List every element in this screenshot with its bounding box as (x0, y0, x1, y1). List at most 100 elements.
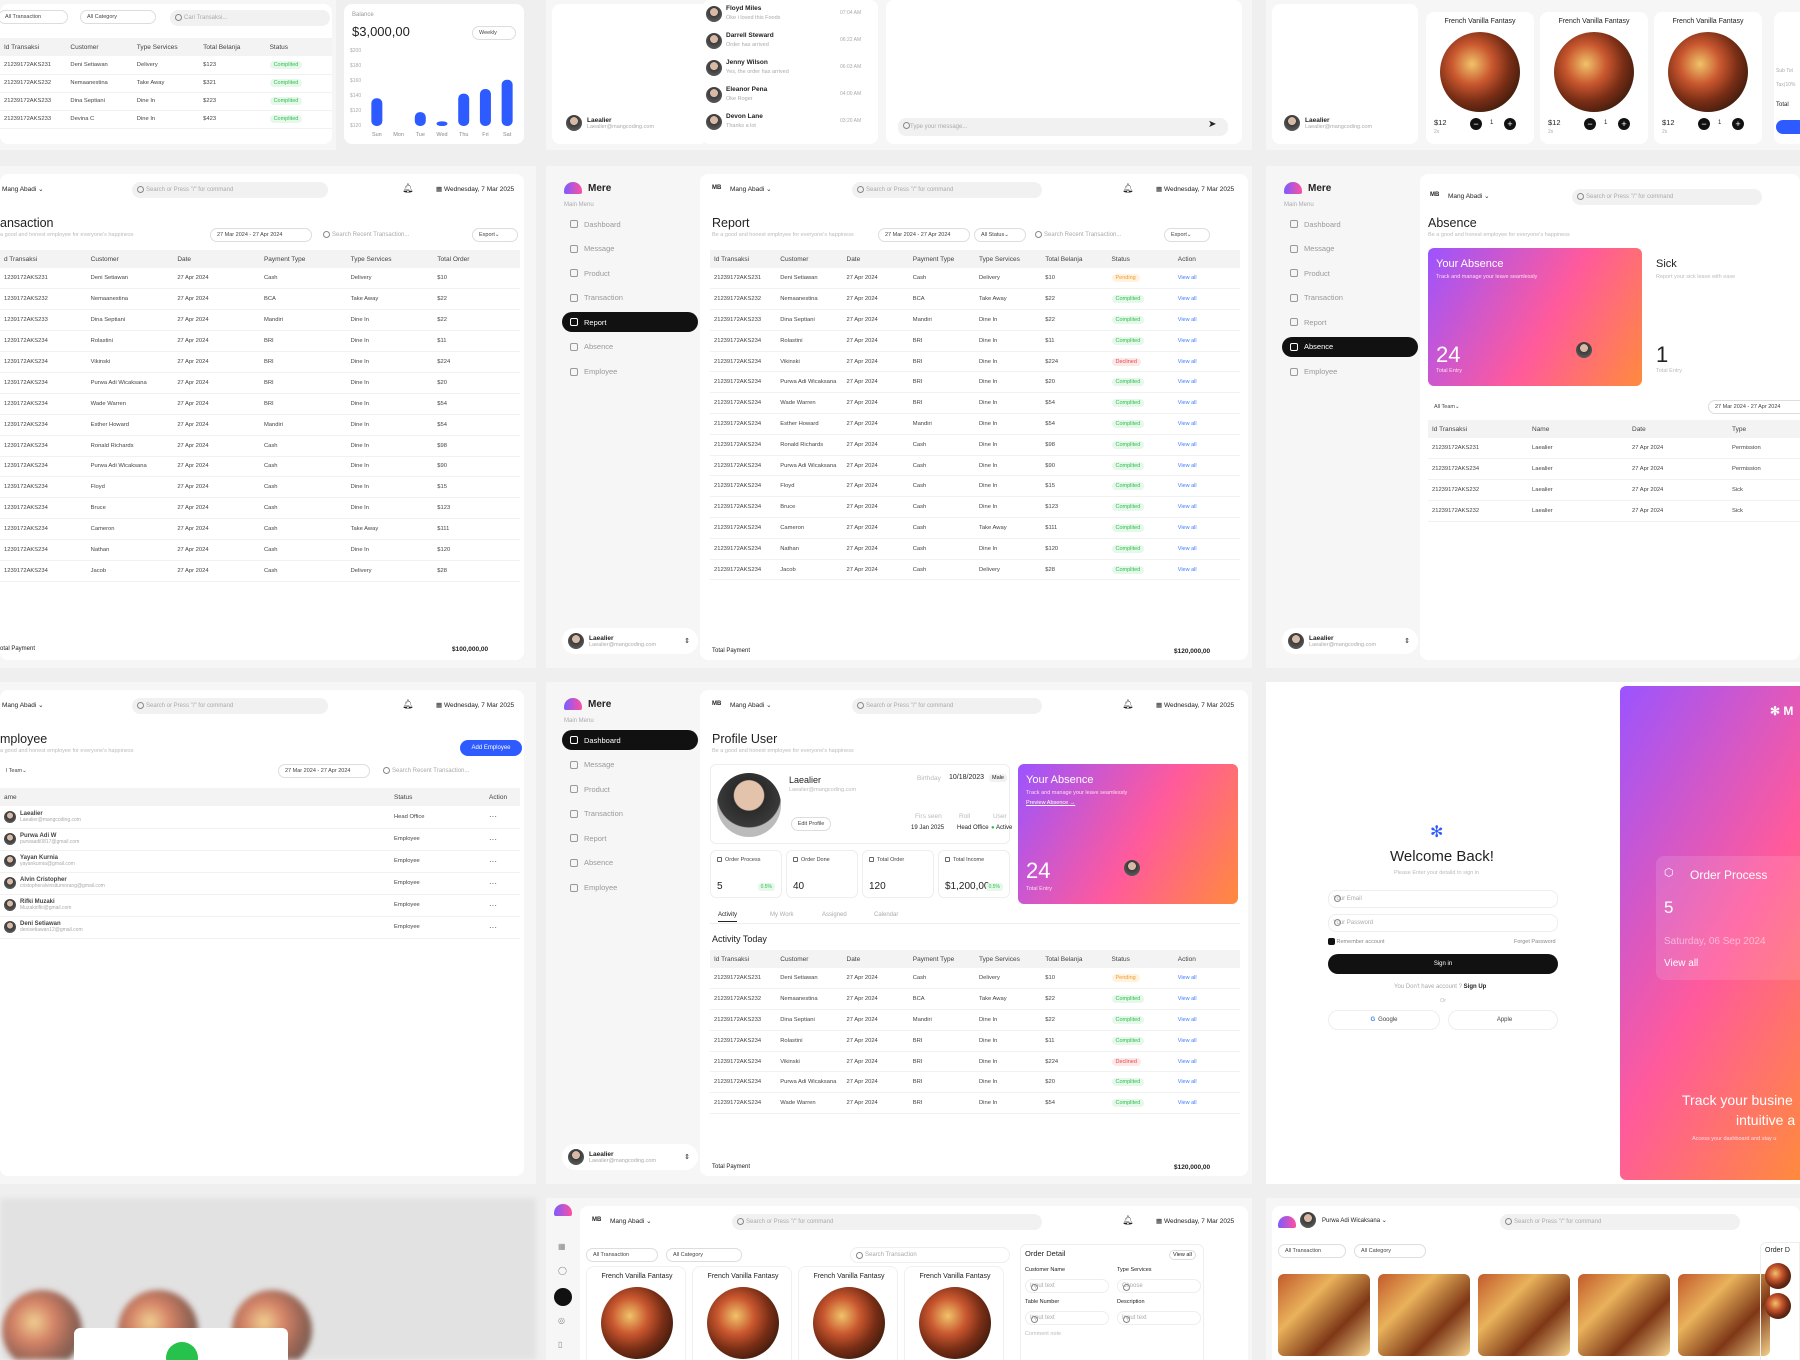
chat-item[interactable]: Devon Lane Thanks a lot 03:20 AM (702, 110, 878, 136)
sidebar-item-transaction[interactable]: Transaction (562, 804, 698, 824)
sidebar-item-product[interactable]: Product (562, 263, 698, 283)
team-filter[interactable]: All Team ⌄ (1428, 400, 1472, 414)
view-all-link[interactable]: View all (1178, 442, 1197, 448)
view-all-link[interactable]: View all (1178, 996, 1197, 1002)
table-row[interactable]: 1239172AKS234 Esther Howard 27 Apr 2024 Man… (0, 414, 520, 436)
sidebar-item-message[interactable]: Message (562, 239, 698, 259)
view-all-link[interactable]: View all (1178, 463, 1197, 469)
bar-fri[interactable] (479, 89, 491, 126)
view-all-link[interactable]: View all (1178, 421, 1197, 427)
forgot-password-link[interactable]: Forget Password (1514, 939, 1556, 945)
table-row[interactable]: 21239172AKS234 Purwa Adi Wicaksana 27 Apr … (710, 1071, 1240, 1094)
table-row[interactable]: Deni Setiawan denisetiawan12@gmail.com Emp… (0, 916, 520, 939)
sidebar-item-absence[interactable]: Absence (562, 853, 698, 873)
view-all-link[interactable]: View all (1178, 525, 1197, 531)
sidebar-item-message[interactable]: Message (1282, 239, 1418, 259)
add-employee-button[interactable]: Add Employee (460, 740, 522, 756)
bar-sun[interactable] (371, 98, 383, 126)
transaction-search[interactable]: Cari Transaksi... (170, 10, 330, 26)
table-row[interactable]: Yayan Kurnia yayankurnia@gmail.com Employe… (0, 850, 520, 873)
more-icon[interactable]: ··· (485, 828, 520, 851)
table-row[interactable]: 21239172AKS233 Dina Septiani Dine In $223 Co… (0, 92, 332, 111)
table-number-input[interactable]: Input text (1025, 1311, 1109, 1325)
date-range[interactable]: 27 Mar 2024 - 27 Apr 2024 (1708, 400, 1800, 414)
sidebar-item-absence[interactable]: Absence (562, 337, 698, 357)
table-row[interactable]: 21239172AKS234 Wade Warren 27 Apr 2024 BRI D… (710, 392, 1240, 415)
table-row[interactable]: 21239172AKS234 Bruce 27 Apr 2024 Cash Dine I… (710, 496, 1240, 519)
chat-item[interactable]: Darrell Steward Order has arrived 06:22 AM (702, 29, 878, 55)
global-search[interactable]: Search or Press "/" for command (732, 1214, 1042, 1230)
apple-button[interactable]: Apple (1448, 1010, 1558, 1030)
date-range[interactable]: 27 Mar 2024 - 27 Apr 2024 (278, 764, 370, 778)
product-card[interactable]: French Vanilla Fantasy (586, 1266, 686, 1360)
more-icon[interactable]: ··· (485, 916, 520, 939)
table-row[interactable]: 21239172AKS232 Laealier 27 Apr 2024 Sick (1428, 479, 1800, 501)
tab-my-work[interactable]: My Work (770, 912, 794, 918)
table-row[interactable]: 21239172AKS234 Vikinski 27 Apr 2024 BRI Dine… (710, 351, 1240, 373)
view-all-link[interactable]: View all (1178, 567, 1197, 573)
table-row[interactable]: 21239172AKS234 Ronald Richards 27 Apr 2024… (710, 434, 1240, 456)
tab-calendar[interactable]: Calendar (874, 912, 898, 918)
transaction-search[interactable]: Search Recent Transaction... (318, 227, 464, 243)
table-row[interactable]: 1239172AKS234 Bruce 27 Apr 2024 Cash Dine In… (0, 497, 520, 520)
view-all-link[interactable]: View all (1178, 1100, 1197, 1106)
table-row[interactable]: 1239172AKS234 Cameron 27 Apr 2024 Cash Take … (0, 518, 520, 541)
product-card[interactable]: French Vanilla Fantasy $12 2x − 1 + (1426, 12, 1534, 144)
user-menu[interactable]: Laealier Laealier@mangcoding.com (560, 110, 696, 136)
table-row[interactable]: 21239172AKS233 Dina Septiani 27 Apr 2024 Ma… (710, 309, 1240, 331)
more-icon[interactable]: ··· (485, 872, 520, 895)
table-row[interactable]: 21239172AKS234 Rolastini 27 Apr 2024 BRI Din… (710, 1030, 1240, 1052)
export-button[interactable]: Export ⌄ (1164, 228, 1210, 242)
tab-assigned[interactable]: Assigned (822, 912, 847, 918)
bar-wed[interactable] (436, 121, 448, 126)
food-image[interactable] (1378, 1274, 1470, 1356)
sidebar-item-dashboard[interactable]: Dashboard (562, 214, 698, 234)
table-row[interactable]: 21239172AKS232 Nemaanestina 27 Apr 2024 BCA… (710, 288, 1240, 311)
table-row[interactable]: 1239172AKS234 Jacob 27 Apr 2024 Cash Deliver… (0, 560, 520, 582)
table-row[interactable]: 21239172AKS231 Deni Setiawan 27 Apr 2024 Ca… (710, 268, 1240, 290)
chat-item[interactable]: Eleanor Pena Oke Roger 04:00 AM (702, 83, 878, 109)
report-icon[interactable]: ▯ (558, 1340, 562, 1349)
user-menu[interactable]: Laealier Laealier@mangcoding.com ⇕ (562, 628, 698, 654)
transaction-icon[interactable]: ◎ (558, 1316, 565, 1325)
plus-button[interactable]: + (1618, 118, 1630, 130)
pos-user-menu[interactable]: Laealier Laealier@mangcoding.com (1278, 110, 1414, 136)
grid-icon[interactable]: ▦ (558, 1242, 566, 1251)
account-switcher[interactable]: Mang Abadi ⌄ (730, 185, 772, 193)
minus-button[interactable]: − (1584, 118, 1596, 130)
report-search[interactable]: Search Recent Transaction... (1030, 227, 1158, 243)
sidebar-item-employee[interactable]: Employee (562, 878, 698, 898)
view-all-link[interactable]: View all (1178, 1079, 1197, 1085)
table-row[interactable]: 21239172AKS232 Nemaanestina Take Away $321 C… (0, 74, 332, 93)
description-input[interactable]: Input text (1117, 1311, 1201, 1325)
sidebar-item-transaction[interactable]: Transaction (1282, 288, 1418, 308)
more-icon[interactable]: ··· (485, 850, 520, 873)
google-button[interactable]: G Google (1328, 1010, 1440, 1030)
table-row[interactable]: 21239172AKS232 Laealier 27 Apr 2024 Sick (1428, 500, 1800, 522)
table-row[interactable]: 21239172AKS233 Devina C Dine In $423 Complit… (0, 110, 332, 129)
account-switcher[interactable]: Mang Abadi ⌄ (1448, 192, 1490, 200)
table-row[interactable]: 21239172AKS234 Vikinski 27 Apr 2024 BRI Dine… (710, 1051, 1240, 1073)
minus-button[interactable]: − (1470, 118, 1482, 130)
remember-checkbox[interactable]: Remember account (1328, 938, 1385, 945)
minus-button[interactable]: − (1698, 118, 1710, 130)
your-absence-card[interactable]: Your Absence Track and manage your leave… (1428, 248, 1642, 386)
chat-item[interactable]: Floyd Miles Oke i loved this Foods 07:04 A… (702, 2, 878, 28)
password-field[interactable]: Your Password (1328, 914, 1558, 932)
bell-icon[interactable]: 🔔︎ (1122, 183, 1133, 194)
bar-tue[interactable] (414, 112, 426, 126)
table-row[interactable]: 1239172AKS234 Vikinski 27 Apr 2024 BRI Dine … (0, 351, 520, 373)
table-row[interactable]: 21239172AKS231 Laealier 27 Apr 2024 Permiss… (1428, 438, 1800, 460)
account-switcher[interactable]: Purwa Adi Wicaksana ⌄ (1322, 1217, 1387, 1224)
edit-profile-button[interactable]: Edit Profile (791, 817, 831, 831)
table-row[interactable]: 1239172AKS234 Ronald Richards 27 Apr 2024 C… (0, 435, 520, 457)
date-range[interactable]: 27 Mar 2024 - 27 Apr 2024 (210, 228, 312, 242)
global-search[interactable]: Search or Press "/" for command (852, 698, 1042, 714)
checkout-button[interactable] (1776, 120, 1800, 134)
bell-icon[interactable]: 🔔︎ (1122, 699, 1133, 710)
sidebar-item-report[interactable]: Report (562, 312, 698, 333)
type-services-select[interactable]: Choose (1117, 1279, 1201, 1293)
product-icon[interactable] (554, 1288, 572, 1306)
chat-item[interactable]: Jenny Wilson Yes, the order has arrived 06… (702, 56, 878, 82)
status-filter[interactable]: All Status ⌄ (974, 228, 1026, 242)
